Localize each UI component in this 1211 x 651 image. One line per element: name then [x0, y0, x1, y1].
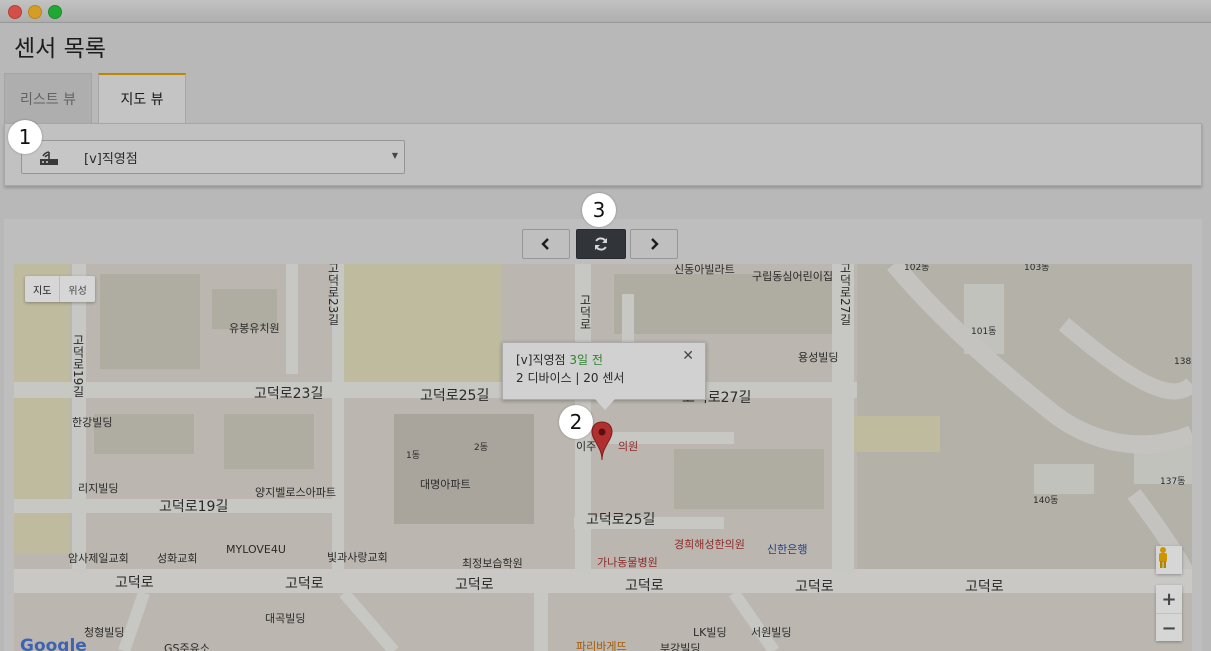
map-panel: 지도 위성 신동아빌라트 구립동심어린이집 102동 103동 유봉유치원 10…	[4, 219, 1202, 651]
info-window-gateway-name: [v]직영점	[516, 353, 566, 367]
tab-map-view[interactable]: 지도 뷰	[98, 73, 186, 123]
zoom-out-button[interactable]: −	[1156, 613, 1182, 642]
road-label: 고덕로25길	[586, 512, 656, 528]
road-label: 고덕로	[115, 575, 154, 591]
map-label: 한강빌딩	[72, 416, 113, 429]
chevron-right-icon	[651, 238, 659, 250]
map-label: 137동	[1160, 477, 1186, 487]
road-label: 고덕로	[965, 579, 1004, 595]
road-label: 고덕로19길	[71, 334, 85, 398]
zoom-control: + −	[1156, 585, 1182, 641]
map-label: 파리바게뜨	[576, 640, 627, 651]
minimize-window-button[interactable]	[28, 5, 42, 19]
router-icon	[40, 151, 58, 165]
zoom-in-button[interactable]: +	[1156, 585, 1182, 613]
chevron-left-icon	[541, 238, 549, 250]
road-label: 고덕로	[578, 294, 592, 330]
map-label: 청형빌딩	[84, 626, 125, 639]
map-label: 구립동심어린이집	[752, 270, 833, 283]
map-label: 2동	[474, 443, 489, 453]
pegman-icon	[1159, 547, 1167, 568]
map-label: 140동	[1033, 496, 1059, 506]
page-title: 센서 목록	[14, 36, 106, 62]
refresh-button[interactable]	[576, 229, 626, 259]
map-label: 신한은행	[767, 543, 808, 556]
info-window-last-seen: 3일 전	[569, 353, 603, 367]
map-type-satellite-button[interactable]: 위성	[59, 276, 94, 302]
map-label: 의원	[618, 440, 639, 453]
road-label: 고덕로25길	[420, 388, 490, 404]
info-window-summary: 2 디바이스 | 20 센서	[516, 371, 625, 385]
road-label: 고덕로27길	[838, 264, 852, 326]
map-label: 양지벨로스아파트	[255, 486, 336, 499]
chevron-down-icon: ▼	[391, 151, 398, 160]
callout-badge-1: 1	[8, 120, 42, 154]
map-label: 빛과사랑교회	[327, 551, 388, 564]
gateway-selector-panel: [v]직영점 ▼	[4, 123, 1202, 186]
app-content: 센서 목록 리스트 뷰 지도 뷰 [v]직영점 ▼ 지도 위성 신동아빌라트 구…	[0, 23, 1211, 651]
map[interactable]: 지도 위성 신동아빌라트 구립동심어린이집 102동 103동 유봉유치원 10…	[14, 264, 1192, 651]
map-label: 부강빌딩	[660, 642, 701, 651]
map-label: 용성빌딩	[798, 351, 839, 364]
map-label: 서원빌딩	[751, 626, 792, 639]
map-label: 대곡빌딩	[265, 612, 306, 625]
map-label: 성화교회	[157, 552, 198, 565]
map-label: 암사제일교회	[68, 552, 129, 565]
map-label: GS주유소	[164, 642, 210, 651]
map-label: 101동	[971, 327, 997, 337]
gateway-select[interactable]: [v]직영점 ▼	[21, 140, 405, 174]
map-label: 최정보습학원	[462, 557, 523, 570]
refresh-icon	[595, 237, 607, 251]
map-label: 가나동물병원	[597, 556, 658, 569]
map-label: 1385	[1174, 357, 1192, 367]
map-label: 경희해성한의원	[674, 538, 745, 551]
window-titlebar	[0, 0, 1211, 23]
map-marker-icon[interactable]	[591, 421, 613, 461]
info-window-title: [v]직영점 3일 전	[516, 351, 603, 368]
prev-button[interactable]	[522, 229, 570, 259]
google-logo: Google	[20, 636, 87, 651]
info-window: [v]직영점 3일 전 2 디바이스 | 20 센서 ✕	[502, 342, 706, 410]
road-label: 고덕로	[455, 577, 494, 593]
road-label: 고덕로19길	[159, 499, 229, 515]
callout-badge-3: 3	[582, 193, 616, 227]
map-label: 1동	[406, 451, 421, 461]
road-label: 고덕로	[285, 576, 324, 592]
close-window-button[interactable]	[8, 5, 22, 19]
map-label: MYLOVE4U	[226, 543, 286, 556]
map-type-control: 지도 위성	[25, 276, 95, 302]
map-label: 대명아파트	[420, 478, 471, 491]
road-label: 고덕로23길	[326, 264, 340, 326]
map-label: 유봉유치원	[229, 322, 280, 335]
street-view-pegman-icon[interactable]	[1156, 546, 1182, 574]
map-label: 103동	[1024, 264, 1050, 273]
map-label: 신동아빌라트	[674, 264, 735, 276]
map-label: 102동	[904, 264, 930, 273]
next-button[interactable]	[630, 229, 678, 259]
callout-badge-2: 2	[559, 405, 593, 439]
close-icon[interactable]: ✕	[682, 348, 694, 364]
road-label: 고덕로	[795, 579, 834, 595]
map-type-map-button[interactable]: 지도	[25, 276, 59, 302]
map-label: LK빌딩	[693, 626, 727, 639]
tab-list-view[interactable]: 리스트 뷰	[4, 73, 92, 123]
road-label: 고덕로	[625, 578, 664, 594]
road-label: 고덕로23길	[254, 386, 324, 402]
maximize-window-button[interactable]	[48, 5, 62, 19]
gateway-select-value: [v]직영점	[84, 152, 138, 167]
map-label: 리지빌딩	[78, 482, 119, 495]
